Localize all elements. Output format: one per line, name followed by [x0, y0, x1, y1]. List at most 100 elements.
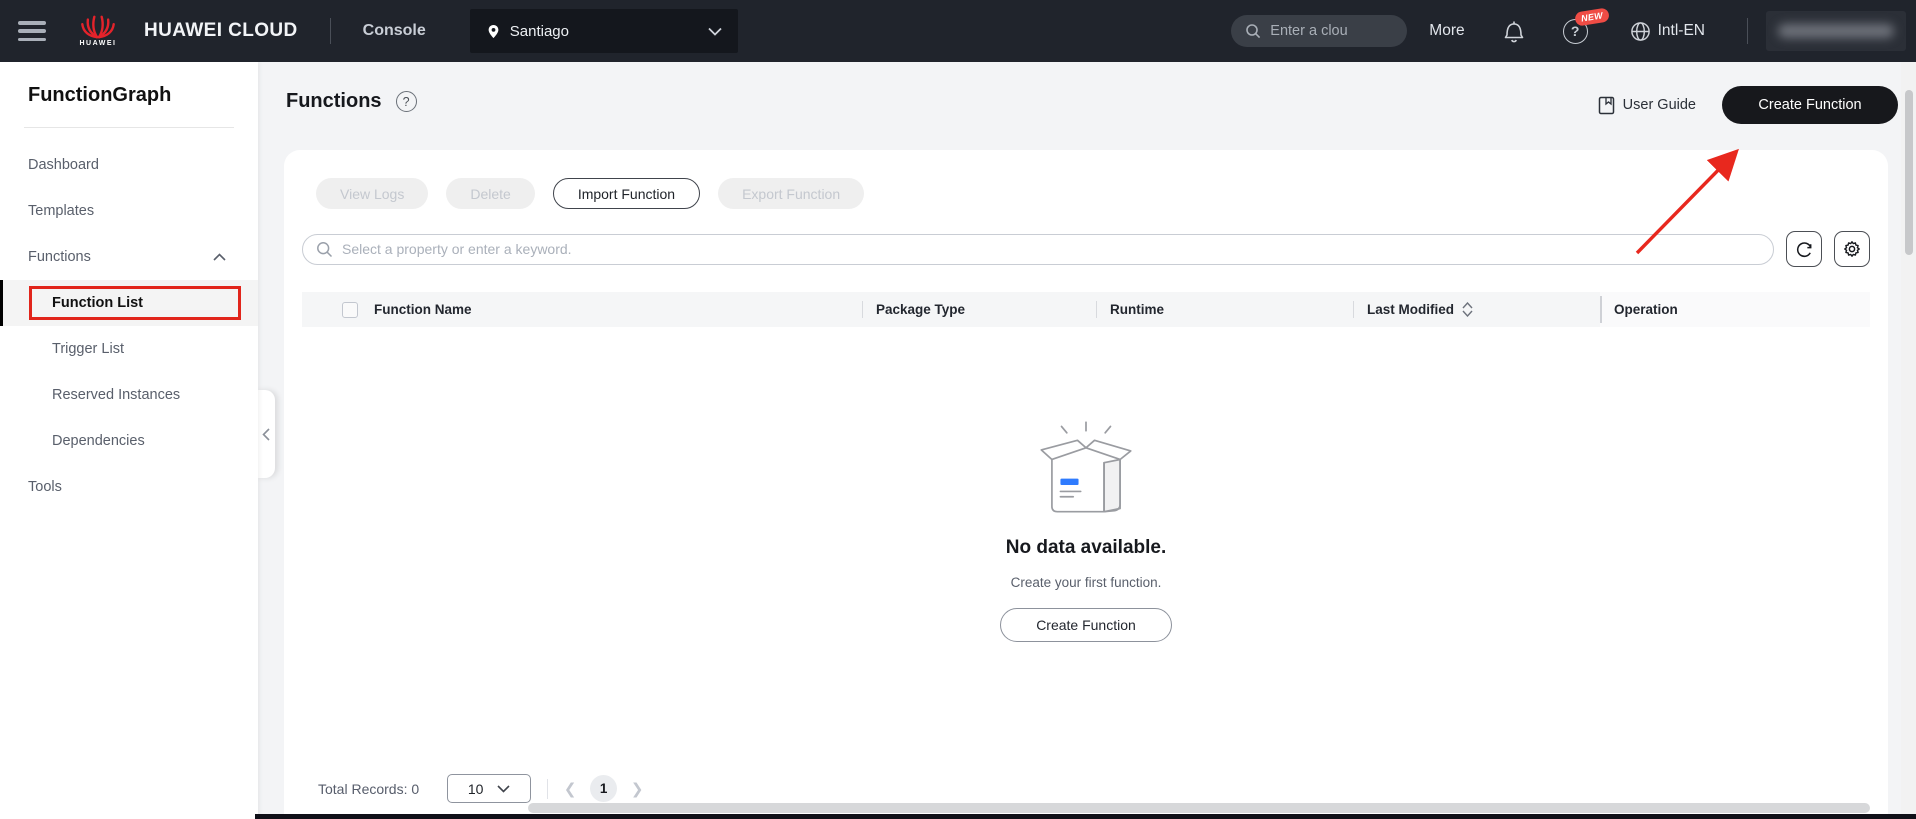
huawei-cloud-console: HUAWEI HUAWEI CLOUD Console Santiago Mor…	[0, 0, 1916, 819]
export-function-button[interactable]: Export Function	[718, 178, 864, 209]
bell-icon	[1503, 19, 1525, 43]
table-header: Function Name Package Type Runtime Last …	[302, 292, 1870, 327]
global-search[interactable]	[1231, 15, 1407, 47]
sidebar-item-dependencies[interactable]: Dependencies	[0, 418, 258, 464]
empty-subtitle: Create your first function.	[926, 575, 1246, 590]
gear-icon	[1842, 239, 1862, 259]
sidebar-collapse-handle[interactable]	[256, 390, 275, 478]
select-all-checkbox[interactable]	[342, 302, 358, 318]
sidebar-item-label: Trigger List	[52, 326, 124, 372]
menu-icon[interactable]	[18, 21, 46, 41]
sidebar-item-dashboard[interactable]: Dashboard	[0, 142, 258, 188]
view-logs-button[interactable]: View Logs	[316, 178, 428, 209]
notifications-button[interactable]	[1503, 19, 1525, 43]
column-label: Runtime	[1110, 302, 1164, 317]
total-records: Total Records: 0	[318, 781, 419, 797]
filter-search-box[interactable]	[302, 234, 1774, 265]
globe-icon	[1630, 21, 1651, 42]
pagination-divider	[547, 779, 548, 799]
location-pin-icon	[486, 23, 501, 40]
sidebar-item-label: Functions	[28, 234, 91, 280]
vertical-scrollbar[interactable]	[1901, 62, 1916, 814]
sidebar-item-label: Tools	[28, 464, 62, 510]
chevron-up-icon	[213, 253, 226, 261]
sidebar-item-reserved-instances[interactable]: Reserved Instances	[0, 372, 258, 418]
bottom-edge-bar	[255, 814, 1916, 819]
chevron-down-icon	[497, 785, 510, 793]
region-name: Santiago	[510, 23, 708, 40]
global-search-input[interactable]	[1270, 23, 1390, 39]
sidebar-item-function-list[interactable]: Function List	[0, 280, 258, 326]
sidebar-item-tools[interactable]: Tools	[0, 464, 258, 510]
column-package-type: Package Type	[862, 292, 1096, 327]
sidebar-item-label: Reserved Instances	[52, 372, 180, 418]
sidebar-item-label: Dashboard	[28, 142, 99, 188]
empty-box-icon	[1027, 419, 1145, 517]
service-title: FunctionGraph	[28, 84, 258, 107]
function-list-card: View Logs Delete Import Function Export …	[284, 150, 1888, 819]
empty-title: No data available.	[926, 537, 1246, 559]
column-function-name: Function Name	[302, 292, 862, 327]
filter-search-input[interactable]	[342, 241, 1760, 257]
sort-icon[interactable]	[1462, 302, 1473, 317]
column-label: Function Name	[374, 302, 472, 317]
sidebar-item-functions[interactable]: Functions	[0, 234, 258, 280]
brand-title: HUAWEI CLOUD	[144, 20, 298, 42]
nav-divider	[330, 18, 331, 44]
sidebar-item-templates[interactable]: Templates	[0, 188, 258, 234]
user-guide-link[interactable]: User Guide	[1598, 96, 1696, 115]
create-function-button[interactable]: Create Function	[1722, 86, 1898, 124]
new-badge: NEW	[1574, 7, 1610, 26]
next-page-button[interactable]: ❯	[630, 780, 644, 798]
chevron-left-icon	[262, 428, 270, 441]
column-label: Package Type	[876, 302, 965, 317]
refresh-button[interactable]	[1786, 231, 1822, 267]
delete-button[interactable]: Delete	[446, 178, 534, 209]
region-selector[interactable]: Santiago	[470, 9, 738, 53]
sidebar-item-label: Templates	[28, 188, 94, 234]
settings-button[interactable]	[1834, 231, 1870, 267]
refresh-icon	[1795, 240, 1814, 259]
nav-right-cluster: More ? NEW Intl-EN	[1231, 0, 1916, 62]
page-help-icon[interactable]: ?	[396, 91, 417, 112]
horizontal-scrollbar[interactable]	[528, 803, 1870, 813]
import-function-button[interactable]: Import Function	[553, 178, 700, 209]
empty-state: No data available. Create your first fun…	[926, 419, 1246, 642]
language-selector[interactable]: Intl-EN	[1630, 21, 1705, 42]
sidebar-item-label: Function List	[52, 280, 143, 326]
column-label: Operation	[1614, 302, 1678, 317]
sidebar-item-trigger-list[interactable]: Trigger List	[0, 326, 258, 372]
account-name-redacted	[1778, 24, 1894, 38]
more-menu[interactable]: More	[1429, 22, 1464, 40]
sidebar-divider	[24, 127, 234, 128]
chevron-down-icon	[708, 27, 722, 36]
book-icon	[1598, 96, 1615, 115]
search-icon	[1245, 23, 1261, 39]
current-page[interactable]: 1	[590, 775, 617, 802]
vertical-scrollbar-thumb[interactable]	[1905, 90, 1913, 255]
huawei-logo[interactable]: HUAWEI	[78, 15, 118, 47]
user-guide-label: User Guide	[1623, 97, 1696, 113]
column-operation: Operation	[1600, 292, 1870, 327]
sidebar-item-label: Dependencies	[52, 418, 145, 464]
sidebar: FunctionGraph Dashboard Templates Functi…	[0, 62, 258, 819]
nav-divider	[1747, 18, 1748, 44]
account-menu[interactable]	[1766, 11, 1906, 51]
huawei-petals-icon	[78, 15, 118, 39]
main-content: Functions ? User Guide Create Function V…	[258, 62, 1916, 819]
top-nav: HUAWEI HUAWEI CLOUD Console Santiago Mor…	[0, 0, 1916, 62]
previous-page-button[interactable]: ❮	[563, 780, 577, 798]
page-size-value: 10	[468, 781, 484, 797]
help-button[interactable]: ? NEW	[1563, 19, 1588, 44]
search-icon	[316, 241, 333, 258]
page-header: Functions ? User Guide Create Function	[258, 62, 1916, 150]
empty-create-function-button[interactable]: Create Function	[1000, 608, 1172, 642]
logo-caption: HUAWEI	[80, 40, 117, 47]
total-records-label: Total Records:	[318, 781, 407, 797]
column-label: Last Modified	[1367, 302, 1454, 317]
toolbar: View Logs Delete Import Function Export …	[316, 178, 1870, 209]
column-runtime: Runtime	[1096, 292, 1353, 327]
console-link[interactable]: Console	[363, 22, 426, 40]
page-size-select[interactable]: 10	[447, 774, 531, 803]
sidebar-menu: Dashboard Templates Functions Function L…	[0, 142, 258, 510]
